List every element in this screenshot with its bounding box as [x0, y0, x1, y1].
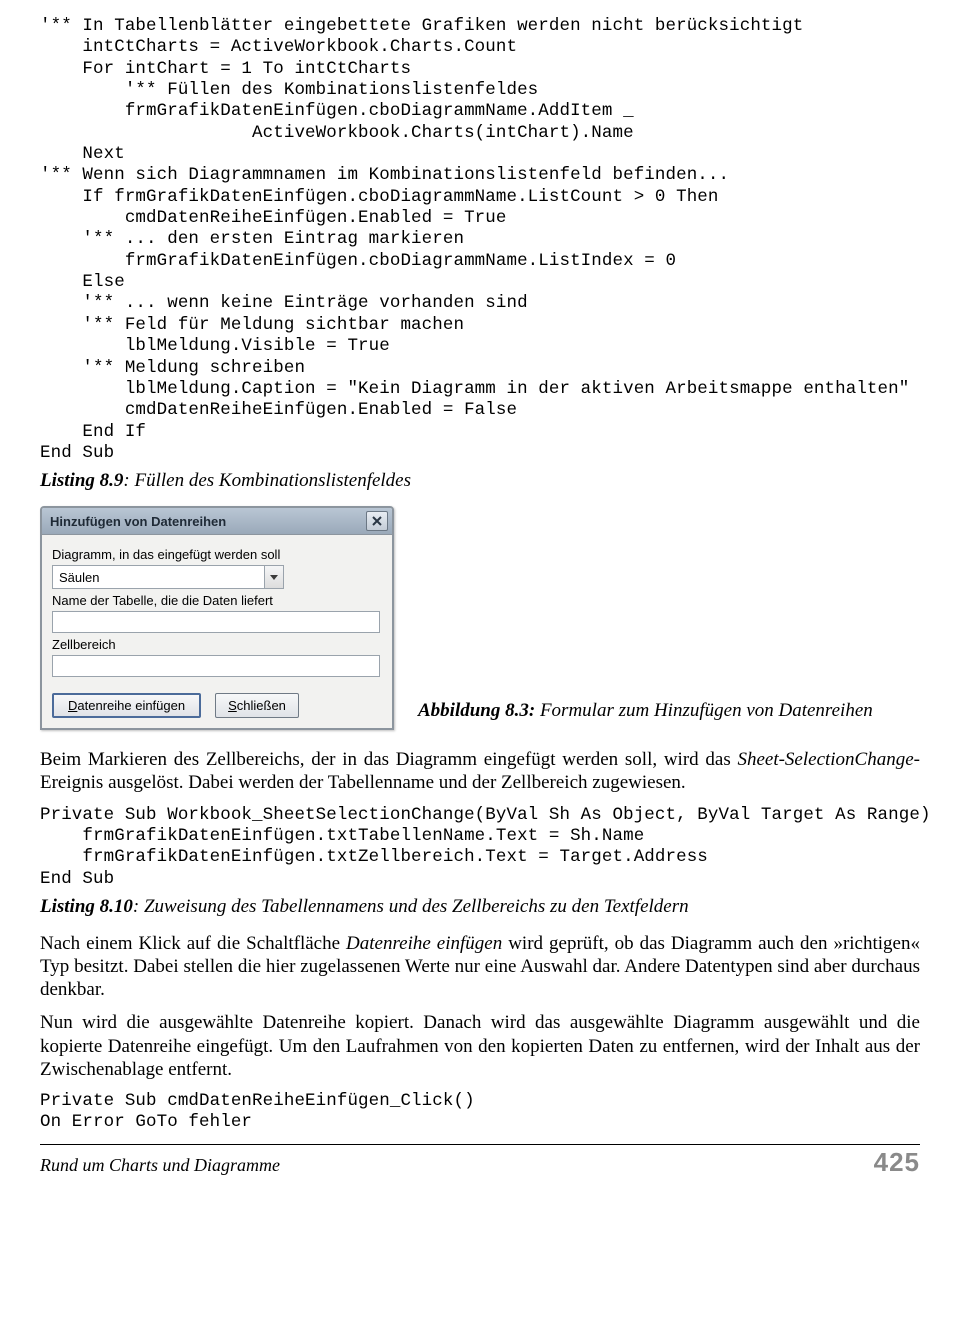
- chevron-down-icon: [270, 575, 278, 580]
- footer-chapter: Rund um Charts und Diagramme: [40, 1155, 280, 1176]
- listing-8-9-caption: Listing 8.9: Füllen des Kombinationslist…: [40, 470, 920, 492]
- figure-8-3-label: Abbildung 8.3:: [418, 700, 535, 721]
- figure-8-3-text: Formular zum Hinzufügen von Datenreihen: [535, 700, 873, 721]
- page-number: 425: [874, 1147, 920, 1178]
- listing-8-10-label: Listing 8.10: [40, 896, 133, 917]
- em-sheetselectionchange: Sheet-SelectionChange: [737, 749, 913, 770]
- input-zellbereich[interactable]: [52, 655, 380, 677]
- combo-arrow[interactable]: [264, 566, 283, 588]
- label-diagramm: Diagramm, in das eingefügt werden soll: [52, 547, 382, 562]
- label-tabelle: Name der Tabelle, die die Daten liefert: [52, 593, 382, 608]
- em-datenreihe-einfuegen: Datenreihe einfügen: [346, 933, 502, 954]
- paragraph-3: Nun wird die ausgewählte Datenreihe kopi…: [40, 1011, 920, 1081]
- label-zellbereich: Zellbereich: [52, 637, 382, 652]
- dialog-hinzufuegen-von-datenreihen: Hinzufügen von Datenreihen Diagramm, in …: [40, 506, 394, 730]
- close-button[interactable]: [366, 511, 388, 531]
- combo-value: Säulen: [53, 570, 264, 585]
- code-listing-1: '** In Tabellenblätter eingebettete Graf…: [40, 16, 920, 464]
- btn-schliessen[interactable]: Schließen: [215, 693, 299, 718]
- code-listing-2: Private Sub Workbook_SheetSelectionChang…: [40, 805, 920, 890]
- listing-8-10-caption: Listing 8.10: Zuweisung des Tabellenname…: [40, 896, 920, 918]
- figure-8-3-caption: Abbildung 8.3: Formular zum Hinzufügen v…: [418, 700, 920, 730]
- close-icon: [372, 516, 382, 526]
- listing-8-9-label: Listing 8.9: [40, 470, 123, 491]
- listing-8-9-text: : Füllen des Kombinationslistenfeldes: [123, 470, 411, 491]
- input-tabelle[interactable]: [52, 611, 380, 633]
- paragraph-2: Nach einem Klick auf die Schaltfläche Da…: [40, 932, 920, 1002]
- btn-datenreihe-einfuegen[interactable]: Datenreihe einfügen: [52, 693, 201, 718]
- code-listing-3: Private Sub cmdDatenReiheEinfügen_Click(…: [40, 1091, 920, 1134]
- listing-8-10-text: : Zuweisung des Tabellennamens und des Z…: [133, 896, 689, 917]
- combo-diagramm[interactable]: Säulen: [52, 565, 284, 589]
- dialog-title: Hinzufügen von Datenreihen: [50, 514, 226, 529]
- paragraph-1: Beim Markieren des Zellbereichs, der in …: [40, 748, 920, 794]
